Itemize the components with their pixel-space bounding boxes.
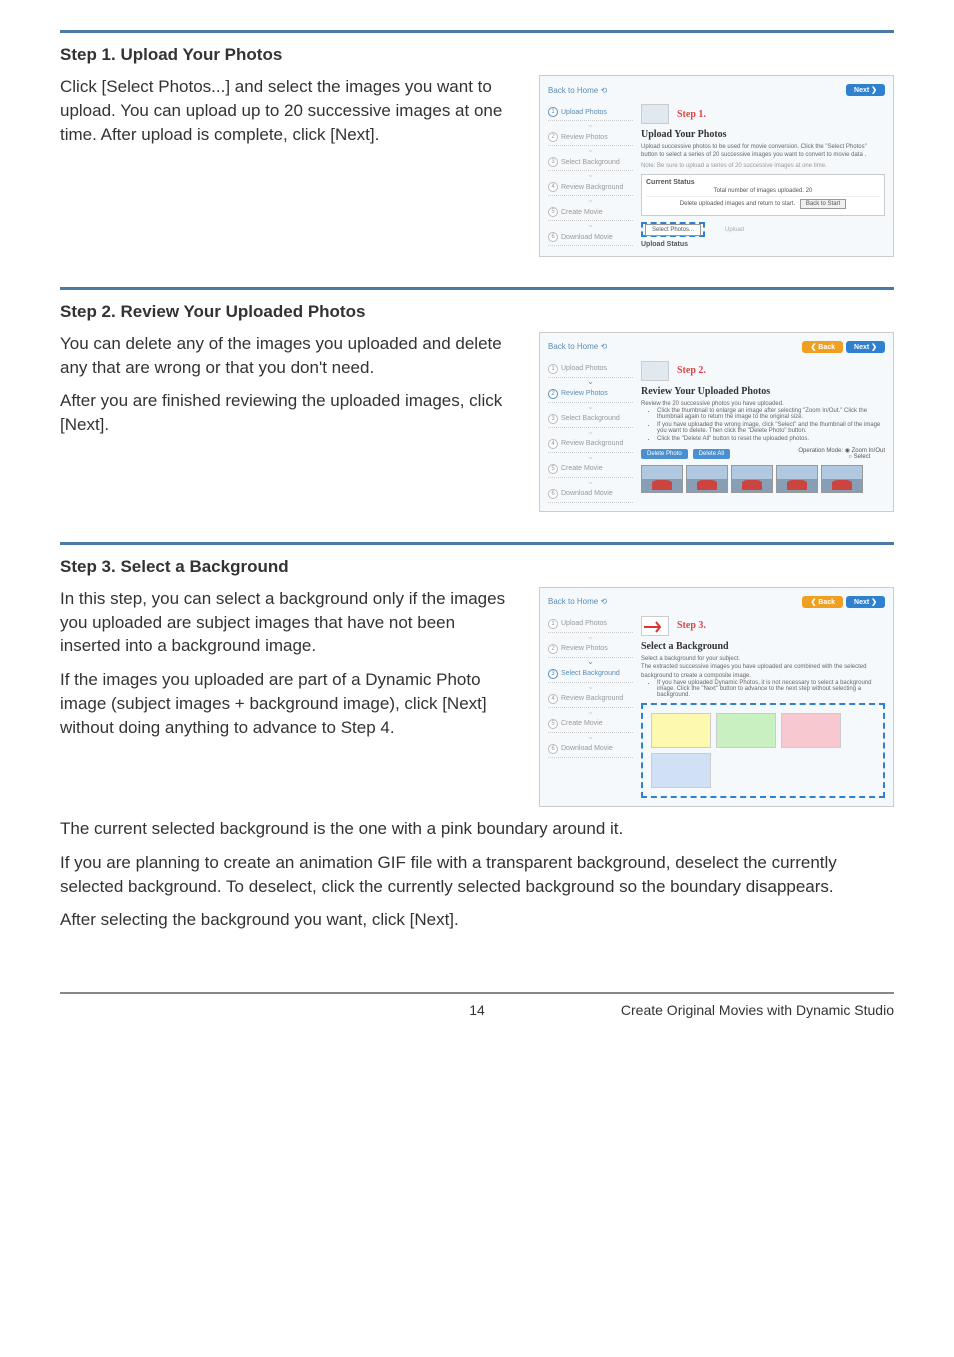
step-2-body: You can delete any of the images you upl…: [60, 332, 519, 447]
sidebar-item-review[interactable]: 2Review Photos: [548, 386, 633, 403]
screenshot-step-1: Back to Home ⟲ Next ❯ 1Upload Photos ⌄ 2…: [539, 75, 894, 257]
photo-thumb[interactable]: [641, 465, 683, 493]
background-grid: [641, 703, 885, 798]
page-number: 14: [469, 1002, 485, 1018]
step-3-header: Step 3. Select a Background: [60, 542, 894, 577]
step-3-section: Step 3. Select a Background In this step…: [60, 542, 894, 932]
status-uploaded-count: Total number of images uploaded: 20: [646, 186, 880, 197]
wizard-sidebar: 1Upload Photos ⌄ 2Review Photos ⌄ 3Selec…: [548, 104, 633, 248]
step-1-title: Step 1. Upload Your Photos: [60, 45, 894, 65]
screenshot-step-2: Back to Home ⟲ ❮ Back Next ❯ 1Upload Pho…: [539, 332, 894, 512]
arrow-icon: [641, 616, 669, 636]
wizard-sidebar: 1Upload Photos ⌄ 2Review Photos ⌄ 3Selec…: [548, 616, 633, 798]
review-intro: Review the 20 successive photos you have…: [641, 400, 885, 408]
step-2-header: Step 2. Review Your Uploaded Photos: [60, 287, 894, 322]
sidebar-item-create-movie[interactable]: 5Create Movie: [548, 204, 633, 221]
step-1-body: Click [Select Photos...] and select the …: [60, 75, 519, 156]
step-1-header: Step 1. Upload Your Photos: [60, 30, 894, 65]
review-bullets: Click the thumbnail to enlarge an image …: [641, 408, 885, 442]
bg-desc: The extracted successive images you have…: [641, 663, 885, 680]
sidebar-item-create-movie[interactable]: 5Create Movie: [548, 461, 633, 478]
panel-title: Review Your Uploaded Photos: [641, 386, 885, 397]
step-label: Step 3.: [677, 620, 706, 631]
sidebar-item-review[interactable]: 2Review Photos: [548, 129, 633, 146]
current-status-box: Current Status Total number of images up…: [641, 174, 885, 216]
next-button[interactable]: Next ❯: [846, 596, 885, 608]
upload-button[interactable]: Upload: [715, 225, 754, 235]
photo-thumb[interactable]: [686, 465, 728, 493]
document-title: Create Original Movies with Dynamic Stud…: [621, 1002, 894, 1018]
sidebar-item-download[interactable]: 6Download Movie: [548, 741, 633, 758]
photo-thumb[interactable]: [776, 465, 818, 493]
back-to-home-link[interactable]: Back to Home ⟲: [548, 86, 607, 95]
photos-icon: [641, 361, 669, 381]
camera-icon: [641, 104, 669, 124]
sidebar-item-create-movie[interactable]: 5Create Movie: [548, 716, 633, 733]
sidebar-item-review[interactable]: 2Review Photos: [548, 641, 633, 658]
delete-photo-button[interactable]: Delete Photo: [641, 449, 688, 459]
photo-thumb[interactable]: [731, 465, 773, 493]
step-2-title: Step 2. Review Your Uploaded Photos: [60, 302, 894, 322]
wizard-sidebar: 1Upload Photos ⌄ 2Review Photos ⌄ 3Selec…: [548, 361, 633, 503]
sidebar-item-select-bg[interactable]: 3Select Background: [548, 154, 633, 171]
photo-thumbnails: [641, 465, 885, 493]
step-label: Step 2.: [677, 365, 706, 376]
next-button[interactable]: Next ❯: [846, 341, 885, 353]
bg-bullets: If you have uploaded Dynamic Photos, it …: [641, 680, 885, 698]
step-1-section: Step 1. Upload Your Photos Click [Select…: [60, 30, 894, 257]
sidebar-item-download[interactable]: 6Download Movie: [548, 486, 633, 503]
back-button[interactable]: ❮ Back: [802, 341, 843, 353]
sidebar-item-upload[interactable]: 1Upload Photos: [548, 361, 633, 378]
step-3-body: In this step, you can select a backgroun…: [60, 587, 519, 750]
screenshot-step-3: Back to Home ⟲ ❮ Back Next ❯ 1Upload Pho…: [539, 587, 894, 807]
delete-all-button[interactable]: Delete All: [693, 449, 730, 459]
select-photos-button[interactable]: Select Photos...: [645, 224, 701, 236]
panel-desc: Upload successive photos to be used for …: [641, 143, 885, 160]
bg-swatch-blue[interactable]: [651, 753, 711, 788]
sidebar-item-review-bg[interactable]: 4Review Background: [548, 179, 633, 196]
sidebar-item-review-bg[interactable]: 4Review Background: [548, 691, 633, 708]
sidebar-item-select-bg[interactable]: 3Select Background: [548, 666, 633, 683]
sidebar-item-upload[interactable]: 1Upload Photos: [548, 616, 633, 633]
step-3-title: Step 3. Select a Background: [60, 557, 894, 577]
sidebar-item-download[interactable]: 6Download Movie: [548, 229, 633, 246]
next-button[interactable]: Next ❯: [846, 84, 885, 96]
page-footer: 14 Create Original Movies with Dynamic S…: [60, 992, 894, 1018]
back-to-home-link[interactable]: Back to Home ⟲: [548, 342, 607, 351]
upload-status-label: Upload Status: [641, 241, 885, 248]
step-label: Step 1.: [677, 109, 706, 120]
panel-title: Select a Background: [641, 641, 885, 652]
panel-title: Upload Your Photos: [641, 129, 885, 140]
select-photos-highlight: Select Photos...: [641, 222, 705, 237]
step-3-body-cont: The current selected background is the o…: [60, 817, 894, 932]
sidebar-item-review-bg[interactable]: 4Review Background: [548, 436, 633, 453]
bg-intro: Select a background for your subject.: [641, 655, 885, 663]
bg-swatch-yellow[interactable]: [651, 713, 711, 748]
back-to-home-link[interactable]: Back to Home ⟲: [548, 597, 607, 606]
bg-swatch-green[interactable]: [716, 713, 776, 748]
bg-swatch-pink[interactable]: [781, 713, 841, 748]
panel-note: Note: Be sure to upload a series of 20 s…: [641, 163, 885, 169]
back-to-start-button[interactable]: Back to Start: [800, 199, 846, 209]
back-button[interactable]: ❮ Back: [802, 596, 843, 608]
select-option[interactable]: ○ Select: [848, 454, 870, 460]
step-2-section: Step 2. Review Your Uploaded Photos You …: [60, 287, 894, 512]
photo-thumb[interactable]: [821, 465, 863, 493]
sidebar-item-upload[interactable]: 1Upload Photos: [548, 104, 633, 121]
sidebar-item-select-bg[interactable]: 3Select Background: [548, 411, 633, 428]
